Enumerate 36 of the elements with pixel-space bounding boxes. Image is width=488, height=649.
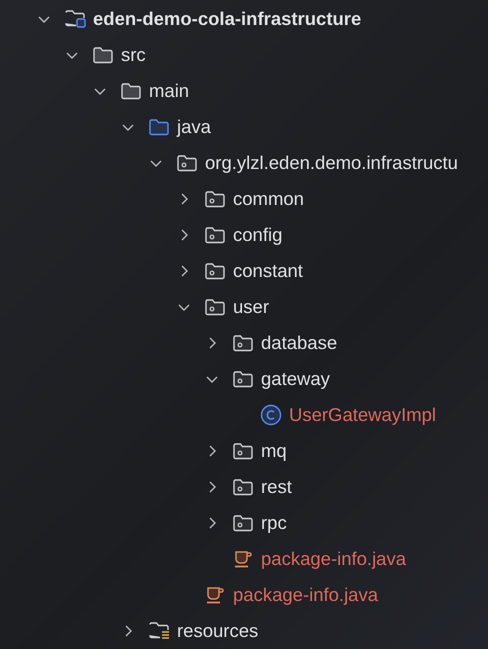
package-folder-icon xyxy=(232,478,254,496)
tree-item-label[interactable]: java xyxy=(177,116,211,138)
resources-folder-icon xyxy=(148,621,172,641)
cup-icon xyxy=(232,549,254,569)
module-folder-icon xyxy=(64,9,88,29)
package-folder-icon xyxy=(204,298,226,316)
tree-item-label[interactable]: config xyxy=(233,224,282,246)
package-folder-icon xyxy=(232,370,254,388)
package-folder-icon xyxy=(232,334,254,352)
folder-icon xyxy=(92,46,114,64)
tree-item-label[interactable]: common xyxy=(233,188,304,210)
module-name[interactable]: eden-demo-cola-infrastructure xyxy=(93,8,362,30)
tree-item-label[interactable]: rpc xyxy=(261,512,287,534)
tree-item-label[interactable]: resources xyxy=(177,620,258,642)
tree-item-label[interactable]: gateway xyxy=(261,368,330,390)
package-folder-icon xyxy=(176,154,198,172)
tree-item-label[interactable]: database xyxy=(261,332,338,354)
package-folder-icon xyxy=(204,190,226,208)
folder-icon xyxy=(148,118,170,136)
package-folder-icon xyxy=(204,262,226,280)
package-folder-icon xyxy=(204,226,226,244)
package-folder-icon xyxy=(232,514,254,532)
package-folder-icon xyxy=(232,442,254,460)
tree-item-label[interactable]: package-info.java xyxy=(233,584,378,606)
folder-icon xyxy=(120,82,142,100)
tree-item-label[interactable]: UserGatewayImpl xyxy=(289,404,436,426)
tree-item-label[interactable]: main xyxy=(149,80,190,102)
tree-item-label[interactable]: org.ylzl.eden.demo.infrastructu xyxy=(205,152,458,174)
tree-item-label[interactable]: mq xyxy=(261,440,287,462)
tree-item-label[interactable]: src xyxy=(121,44,146,66)
cup-icon xyxy=(204,585,226,605)
tree-item-label[interactable]: rest xyxy=(261,476,292,498)
class-icon xyxy=(260,404,282,426)
tree-item-label[interactable]: user xyxy=(233,296,269,318)
tree-item-label[interactable]: constant xyxy=(233,260,303,282)
tree-item-label[interactable]: package-info.java xyxy=(261,548,406,570)
